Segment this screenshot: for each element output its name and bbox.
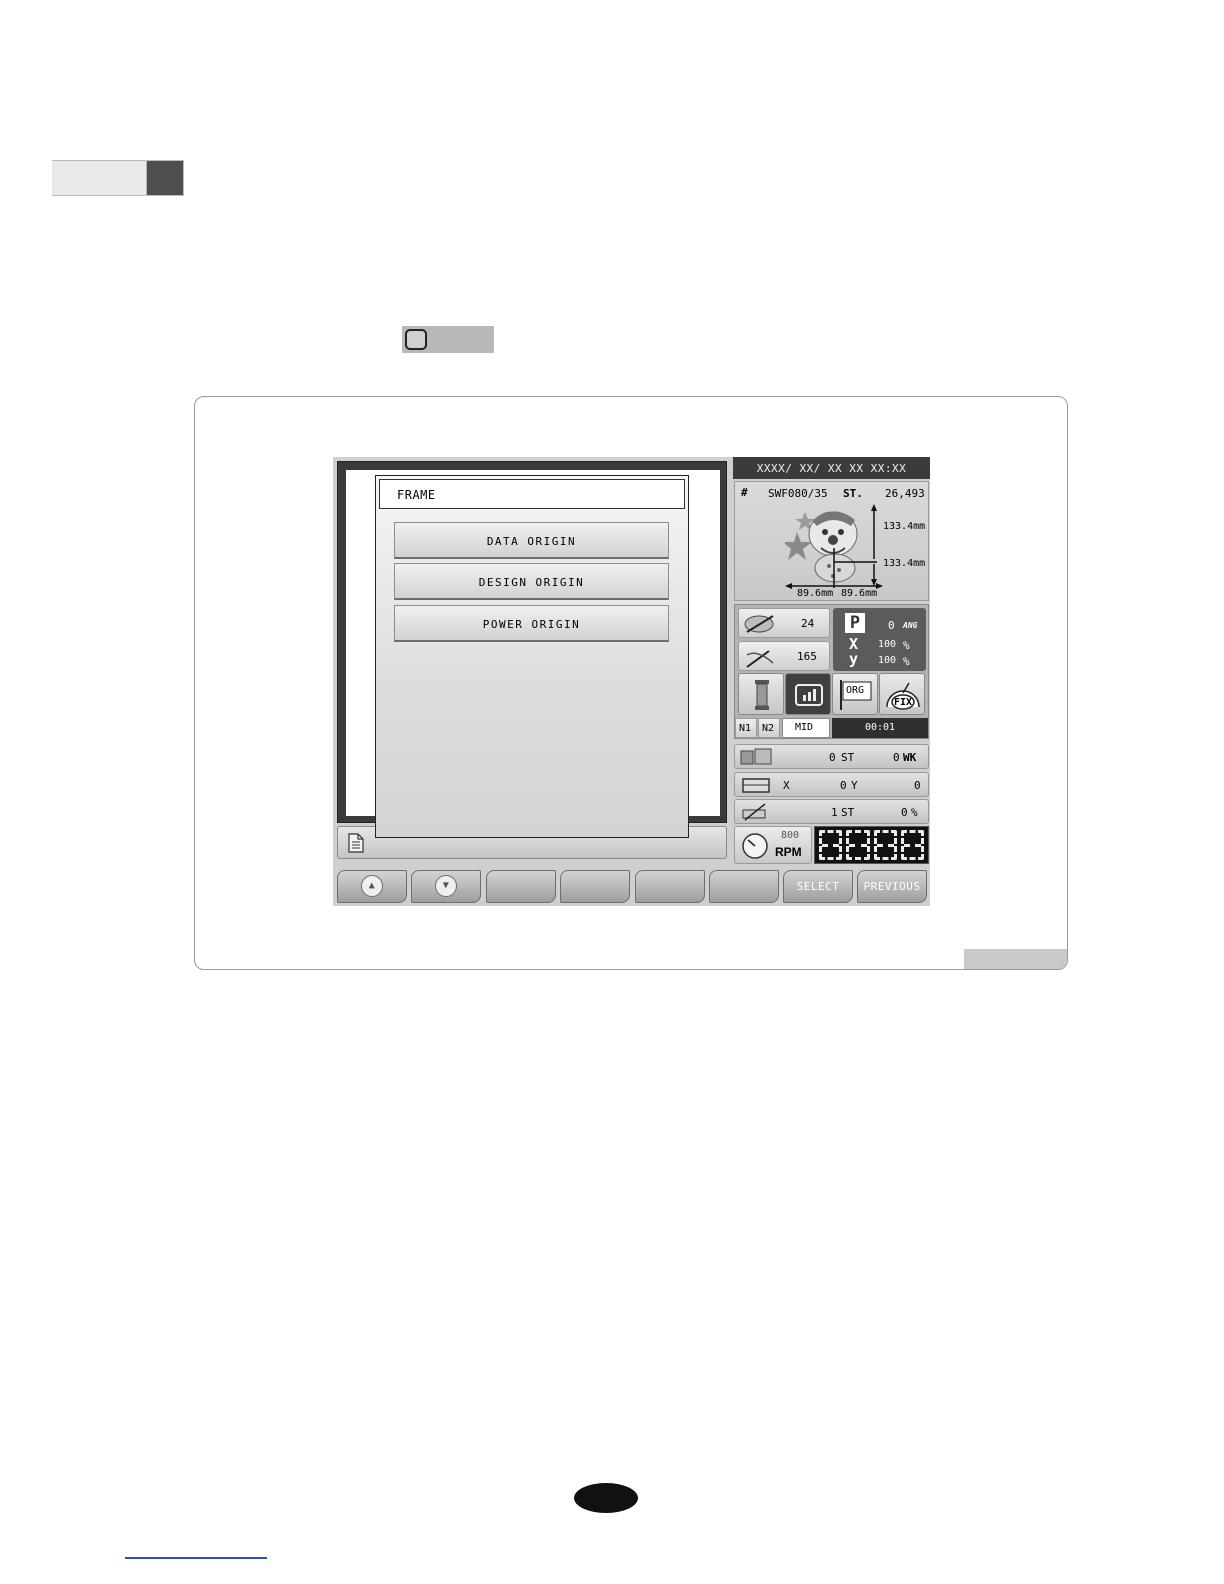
design-name: SWF080/35 <box>768 487 828 500</box>
fix-label: FIX <box>894 697 913 708</box>
soft-key-5[interactable] <box>635 870 705 903</box>
down-arrow-icon: ▼ <box>435 875 457 897</box>
design-origin-button[interactable]: DESIGN ORIGIN <box>394 563 669 600</box>
progress-st-value: 1 <box>831 806 838 819</box>
position-x-label: X <box>783 779 790 792</box>
soft-key-6[interactable] <box>709 870 779 903</box>
dialog-title: FRAME <box>379 479 685 509</box>
select-key[interactable]: SELECT <box>783 870 853 903</box>
frame-dialog: FRAME DATA ORIGIN DESIGN ORIGIN POWER OR… <box>375 475 689 838</box>
section-tab <box>52 160 146 196</box>
thread-spool-button[interactable] <box>738 673 784 715</box>
status-grid: 24 165 P 0 ANG X 100 % y 100 % ORG FIX N… <box>734 604 929 739</box>
progress-st-label: ST <box>841 806 855 819</box>
stitch-count: 26,493 <box>885 487 925 500</box>
width-right: 89.6mm <box>841 588 878 599</box>
position-y-value: 0 <box>914 779 921 792</box>
scale-panel[interactable]: P 0 ANG X 100 % y 100 % <box>833 608 926 671</box>
soft-key-3[interactable] <box>486 870 556 903</box>
segment-digit <box>846 830 870 860</box>
speed-gauge-icon <box>742 833 768 859</box>
frame-icon <box>795 684 823 706</box>
document-icon <box>348 833 364 853</box>
position-y-label: Y <box>851 779 858 792</box>
n2-indicator[interactable]: N2 <box>758 718 780 738</box>
segment-digit <box>819 830 843 860</box>
stitch-progress-icon <box>742 803 766 821</box>
corner-tag <box>964 949 1067 969</box>
progress-percent-label: % <box>911 806 918 819</box>
production-st-value: 0 <box>829 751 836 764</box>
production-icon <box>740 748 772 765</box>
needle-cell[interactable]: 24 <box>738 608 830 638</box>
up-arrow-icon: ▲ <box>361 875 383 897</box>
power-origin-button[interactable]: POWER ORIGIN <box>394 605 669 642</box>
key-chip <box>402 326 494 353</box>
design-header: # SWF080/35 ST. 26,493 <box>739 486 925 502</box>
previous-key[interactable]: PREVIOUS <box>857 870 927 903</box>
needle-icon <box>744 615 774 633</box>
key-icon <box>405 329 427 350</box>
thread-cell[interactable]: 165 <box>738 641 830 671</box>
y-scale-label: y <box>849 650 859 668</box>
production-counter[interactable]: 0 ST 0 WK <box>734 744 929 769</box>
thread-icon <box>746 650 774 668</box>
org-label: ORG <box>846 685 865 696</box>
spool-icon <box>755 680 769 710</box>
footer-rule <box>125 1557 267 1559</box>
page-number-oval <box>574 1483 638 1513</box>
frame-position-icon <box>742 778 770 793</box>
rpm-value: 800 <box>781 830 800 841</box>
rpm-label: RPM <box>775 845 802 859</box>
frame-mode-button[interactable] <box>785 673 831 715</box>
data-origin-button[interactable]: DATA ORIGIN <box>394 522 669 559</box>
control-panel: FRAME DATA ORIGIN DESIGN ORIGIN POWER OR… <box>333 457 930 906</box>
stitch-label: ST. <box>843 487 863 500</box>
section-marker <box>146 160 184 196</box>
soft-key-4[interactable] <box>560 870 630 903</box>
fix-button[interactable]: FIX <box>879 673 925 715</box>
y-scale-unit: % <box>903 655 910 668</box>
speed-mode[interactable]: MID <box>782 718 830 738</box>
x-scale-unit: % <box>903 639 910 652</box>
progress-counter[interactable]: 1 ST 0 % <box>734 799 929 824</box>
position-x-value: 0 <box>840 779 847 792</box>
y-scale-value: 100 <box>878 655 897 666</box>
thread-value: 165 <box>797 650 817 663</box>
segment-digit <box>900 830 924 860</box>
x-scale-value: 100 <box>878 639 897 650</box>
hash-label: # <box>741 486 748 499</box>
n1-indicator[interactable]: N1 <box>735 718 757 738</box>
production-wk-label: WK <box>903 751 917 764</box>
up-key[interactable]: ▲ <box>337 870 407 903</box>
segment-display <box>814 826 929 864</box>
down-key[interactable]: ▼ <box>411 870 481 903</box>
speed-display[interactable]: 800 RPM <box>734 826 812 864</box>
origin-button[interactable]: ORG <box>832 673 878 715</box>
position-counter[interactable]: X 0 Y 0 <box>734 772 929 797</box>
height-bottom: 133.4mm <box>883 558 926 569</box>
datetime-bar: XXXX/ XX/ XX XX XX:XX <box>733 457 930 479</box>
segment-digit <box>873 830 897 860</box>
needle-value: 24 <box>801 617 815 630</box>
angle-label: ANG <box>903 621 918 630</box>
p-label: P <box>845 613 865 633</box>
dimension-arrows <box>785 504 883 589</box>
design-info: # SWF080/35 ST. 26,493 133.4mm 133.4mm 8… <box>734 481 929 601</box>
angle-value: 0 <box>888 619 895 632</box>
height-top: 133.4mm <box>883 521 926 532</box>
production-st-label: ST <box>841 751 855 764</box>
timer: 00:01 <box>832 718 928 738</box>
production-wk-value: 0 <box>893 751 900 764</box>
width-left: 89.6mm <box>797 588 834 599</box>
progress-percent: 0 <box>901 806 908 819</box>
